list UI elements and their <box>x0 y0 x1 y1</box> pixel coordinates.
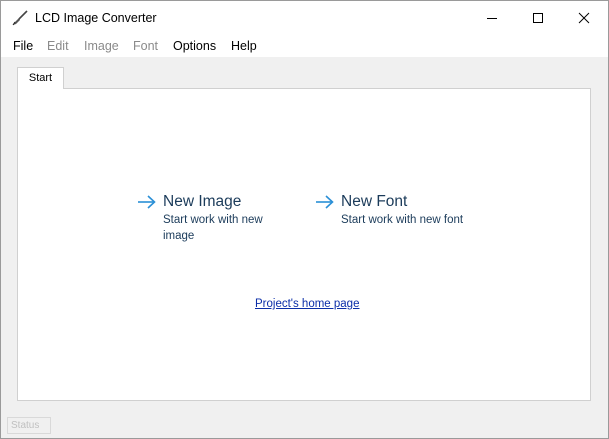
arrow-right-icon <box>138 195 156 209</box>
menu-edit[interactable]: Edit <box>47 38 69 54</box>
menu-image[interactable]: Image <box>84 38 119 54</box>
start-page-panel <box>17 88 591 401</box>
new-font-title[interactable]: New Font <box>341 192 407 212</box>
minimize-button[interactable] <box>469 1 515 35</box>
new-font-description: Start work with new font <box>341 214 464 226</box>
close-button[interactable] <box>561 1 607 35</box>
menu-font[interactable]: Font <box>133 38 158 54</box>
project-home-link[interactable]: Project's home page <box>255 297 359 311</box>
maximize-button[interactable] <box>515 1 561 35</box>
menu-options[interactable]: Options <box>173 38 216 54</box>
broom-icon <box>12 10 28 26</box>
minimize-icon <box>487 18 497 19</box>
window-title: LCD Image Converter <box>35 11 157 25</box>
menu-file[interactable]: File <box>13 38 33 54</box>
tab-start[interactable]: Start <box>17 67 64 89</box>
arrow-right-icon <box>316 195 334 209</box>
new-font-action[interactable]: New Font Start work with new font <box>315 192 485 228</box>
status-bar: Status <box>1 414 608 438</box>
app-window: LCD Image Converter File Edit Image Font… <box>0 0 609 439</box>
status-text: Status <box>7 417 51 434</box>
menu-bar: File Edit Image Font Options Help <box>1 35 608 57</box>
menu-help[interactable]: Help <box>231 38 257 54</box>
tab-strip: Start <box>1 57 608 89</box>
maximize-icon <box>533 13 543 23</box>
close-icon <box>578 12 590 24</box>
new-image-title[interactable]: New Image <box>163 192 241 212</box>
title-bar[interactable]: LCD Image Converter <box>1 1 608 35</box>
new-image-action[interactable]: New Image Start work with new image <box>137 192 277 242</box>
new-image-description: Start work with new image <box>163 214 263 242</box>
